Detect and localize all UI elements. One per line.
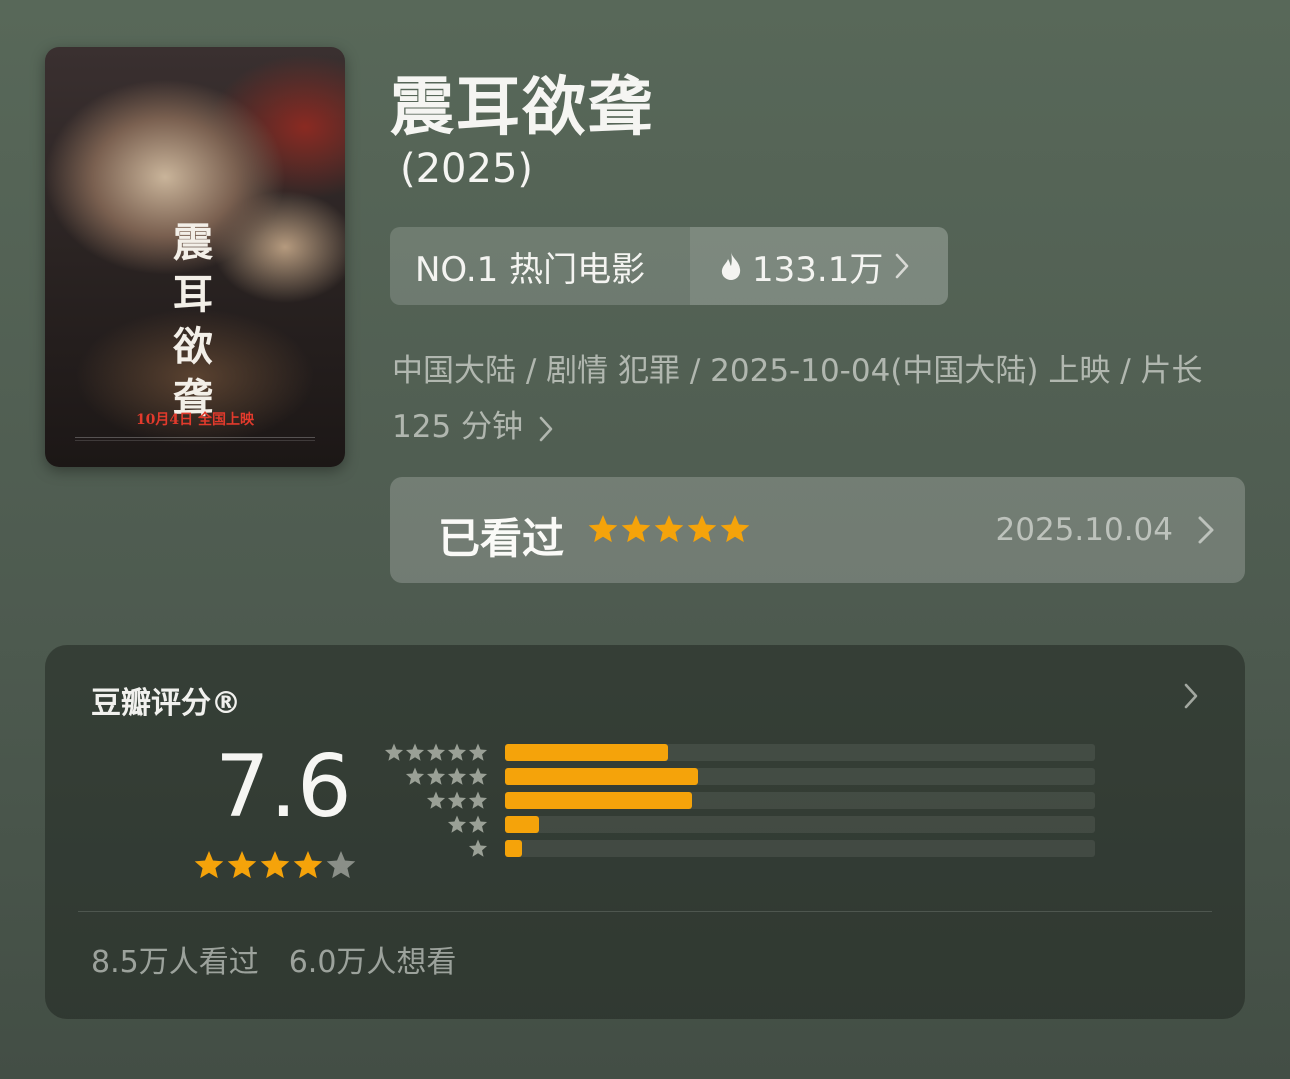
star-icon [260,851,290,879]
star-icon [426,767,446,785]
star-icon [654,515,684,543]
chevron-right-icon [539,416,553,441]
rank-badge[interactable]: NO.1 热门电影 133.1万 [390,227,948,305]
distribution-stars [384,743,488,761]
user-rating-stars [588,515,750,543]
douban-rating-card[interactable]: 豆瓣评分® 7.6 8.5万人看过 6.0万人想看 [45,645,1245,1019]
heat-button[interactable]: 133.1万 [690,227,948,305]
distribution-stars [468,839,488,857]
star-icon [588,515,618,543]
rank-label: NO.1 热门电影 [415,249,646,290]
distribution-track [505,744,1095,761]
distribution-track [505,768,1095,785]
fire-icon [721,252,741,280]
distribution-bar [505,816,540,833]
watched-label: 已看过 [438,514,565,563]
poster-credits [75,437,315,441]
star-icon [194,851,224,879]
watched-count[interactable]: 8.5万人看过 [91,945,259,980]
movie-year: (2025) [400,146,534,192]
star-icon [720,515,750,543]
star-icon [227,851,257,879]
wish-count[interactable]: 6.0万人想看 [289,945,457,980]
star-icon [326,851,356,879]
star-icon [447,767,467,785]
rating-score: 7.6 [215,737,352,837]
poster-title-char: 欲 [173,323,213,370]
movie-title: 震耳欲聋 [390,71,654,145]
distribution-track [505,792,1095,809]
star-icon [405,743,425,761]
star-icon [293,851,323,879]
distribution-bar [505,840,523,857]
star-icon [687,515,717,543]
meta-line-1: 中国大陆 / 剧情 犯罪 / 2025-10-04(中国大陆) 上映 / 片长 [392,353,1203,389]
poster-title: 震 耳 欲 聋 [163,217,223,425]
star-icon [447,815,467,833]
movie-poster[interactable]: 震 耳 欲 聋 10月4日 全国上映 [45,47,345,467]
star-icon [447,791,467,809]
star-icon [447,743,467,761]
star-icon [468,815,488,833]
divider [78,911,1212,912]
star-icon [468,767,488,785]
meta-line-2-wrap: 125 分钟 [392,399,1252,455]
distribution-stars [426,791,488,809]
watched-date: 2025.10.04 [995,512,1174,548]
star-icon [621,515,651,543]
star-icon [426,743,446,761]
chevron-right-icon [1198,516,1214,544]
star-icon [468,839,488,857]
rating-stars [194,851,356,879]
rating-footer: 8.5万人看过 6.0万人想看 [91,937,456,981]
heat-value: 133.1万 [752,249,884,290]
star-icon [468,791,488,809]
distribution-stars [447,815,488,833]
chevron-right-icon [896,253,909,279]
poster-release-text: 10月4日 全国上映 [135,412,255,428]
rating-heading: 豆瓣评分® [91,686,241,721]
star-icon [468,743,488,761]
poster-title-char: 震 [173,219,213,266]
watched-status-card[interactable]: 已看过 2025.10.04 [390,477,1245,583]
star-icon [426,791,446,809]
star-icon [405,767,425,785]
distribution-bar [505,744,669,761]
chevron-right-icon[interactable] [1183,682,1199,710]
distribution-track [505,816,1095,833]
meta-duration: 125 分钟 [392,409,524,445]
poster-title-char: 耳 [173,271,213,318]
distribution-stars [405,767,488,785]
distribution-bar [505,768,698,785]
star-icon [384,743,404,761]
distribution-bar [505,792,693,809]
distribution-track [505,840,1095,857]
movie-meta[interactable]: 中国大陆 / 剧情 犯罪 / 2025-10-04(中国大陆) 上映 / 片长 … [392,343,1252,455]
